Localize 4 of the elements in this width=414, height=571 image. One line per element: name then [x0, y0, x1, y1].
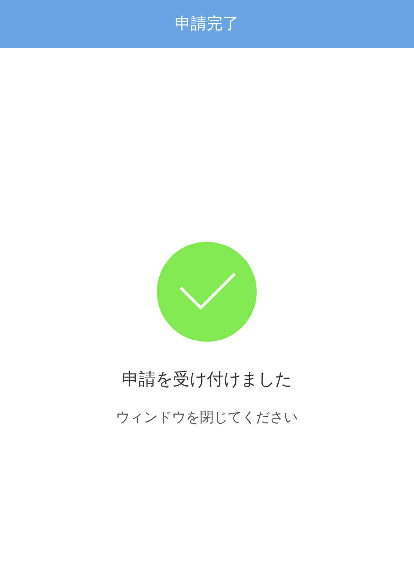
instruction-text: ウィンドウを閉じてください [116, 409, 298, 427]
page-title: 申請完了 [175, 14, 239, 34]
success-check-icon [157, 242, 257, 342]
success-message: 申請を受け付けました [122, 369, 292, 391]
